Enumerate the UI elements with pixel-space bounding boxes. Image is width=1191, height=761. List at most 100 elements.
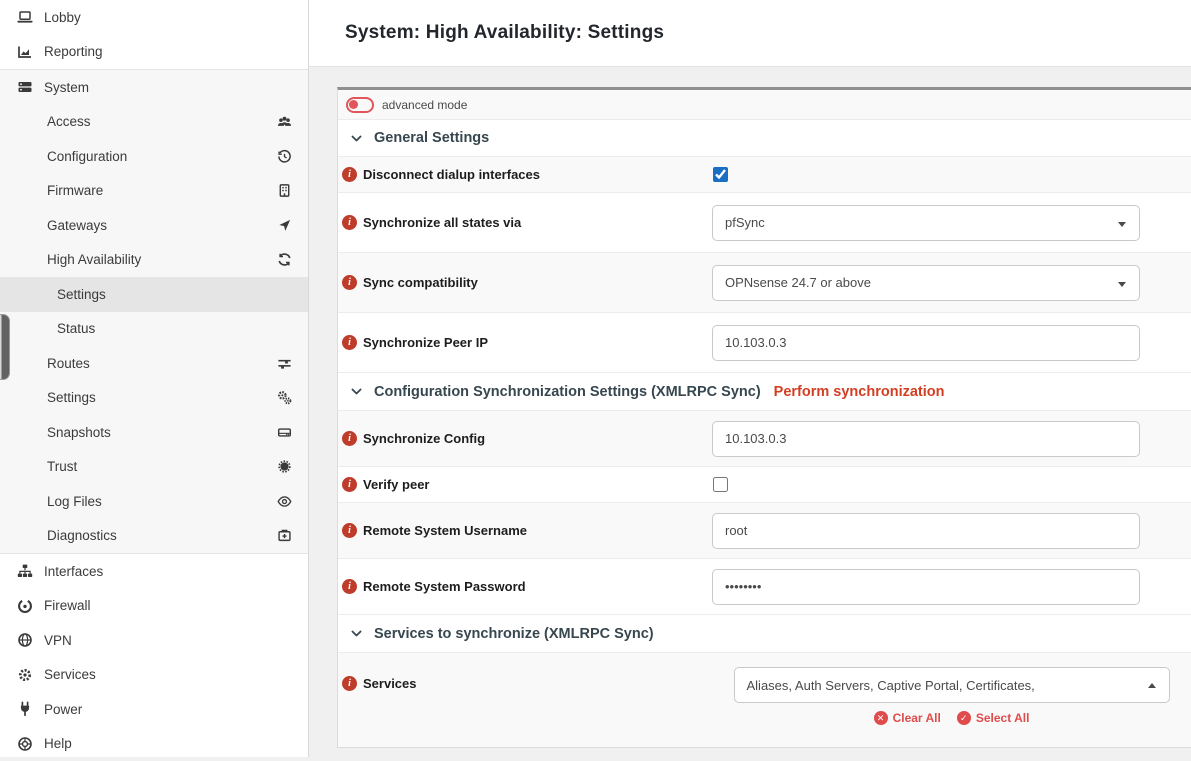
chevron-down-icon	[350, 385, 363, 398]
laptop-icon	[17, 9, 33, 25]
field-row-verify-peer: i Verify peer	[338, 467, 1191, 503]
settings-panel: advanced mode General Settings i Disconn…	[337, 87, 1191, 748]
globe-icon	[17, 632, 33, 648]
field-row-sync-compatibility: i Sync compatibility OPNsense 24.7 or ab…	[338, 253, 1191, 313]
sliders-icon	[277, 356, 292, 371]
sync-config-input[interactable]	[712, 421, 1140, 457]
section-title: General Settings	[374, 130, 489, 146]
info-icon[interactable]: i	[342, 275, 357, 290]
info-icon[interactable]: i	[342, 335, 357, 350]
info-icon[interactable]: i	[342, 167, 357, 182]
sync-peer-ip-input[interactable]	[712, 325, 1140, 361]
field-label: Remote System Password	[363, 579, 526, 594]
sidebar-item-interfaces[interactable]: Interfaces	[0, 554, 308, 589]
section-general-settings[interactable]: General Settings	[338, 120, 1191, 157]
sidebar-item-reporting[interactable]: Reporting	[0, 35, 308, 70]
caret-up-icon	[1148, 683, 1156, 688]
info-icon[interactable]: i	[342, 676, 357, 691]
page-title: System: High Availability: Settings	[345, 22, 664, 44]
sidebar-item-ha-settings[interactable]: Settings	[0, 277, 308, 312]
caret-down-icon	[1118, 222, 1126, 227]
sidebar-item-label: Gateways	[47, 218, 107, 233]
sidebar-item-label: Power	[44, 702, 82, 717]
info-icon[interactable]: i	[342, 215, 357, 230]
sidebar-item-services[interactable]: Services	[0, 658, 308, 693]
sidebar-item-label: Help	[44, 736, 72, 751]
sidebar-item-label: Trust	[47, 459, 77, 474]
sidebar-item-label: Log Files	[47, 494, 102, 509]
plug-icon	[17, 701, 33, 717]
field-row-sync-states-via: i Synchronize all states via pfSync	[338, 193, 1191, 253]
sidebar-item-configuration[interactable]: Configuration	[0, 139, 308, 174]
sidebar-item-label: Snapshots	[47, 425, 111, 440]
sync-states-via-select[interactable]: pfSync	[712, 205, 1140, 241]
section-config-sync[interactable]: Configuration Synchronization Settings (…	[338, 373, 1191, 411]
field-row-services: i Services Aliases, Auth Servers, Captiv…	[338, 653, 1191, 747]
field-row-remote-password: i Remote System Password	[338, 559, 1191, 615]
sidebar-item-snapshots[interactable]: Snapshots	[0, 415, 308, 450]
clear-all-label: Clear All	[893, 711, 941, 725]
field-row-disconnect-dialup: i Disconnect dialup interfaces	[338, 157, 1191, 193]
sidebar-item-diagnostics[interactable]: Diagnostics	[0, 519, 308, 554]
sidebar-item-routes[interactable]: Routes	[0, 346, 308, 381]
perform-synchronization-link[interactable]: Perform synchronization	[774, 384, 945, 400]
server-icon	[17, 79, 33, 95]
check-circle-icon: ✓	[957, 711, 971, 725]
sidebar-item-log-files[interactable]: Log Files	[0, 484, 308, 519]
sidebar-item-ha-status[interactable]: Status	[0, 312, 308, 347]
gears-icon	[277, 390, 292, 405]
advanced-mode-label: advanced mode	[382, 98, 467, 112]
info-icon[interactable]: i	[342, 523, 357, 538]
sidebar-item-label: Services	[44, 667, 96, 682]
remote-password-input[interactable]	[712, 569, 1140, 605]
sidebar-item-lobby[interactable]: Lobby	[0, 0, 308, 35]
sidebar-item-label: System	[44, 80, 89, 95]
field-label: Services	[363, 676, 417, 691]
sidebar-item-label: Interfaces	[44, 564, 103, 579]
sidebar-item-help[interactable]: Help	[0, 727, 308, 761]
select-all-link[interactable]: ✓ Select All	[957, 711, 1030, 725]
main-content: System: High Availability: Settings adva…	[309, 0, 1191, 757]
services-multiselect[interactable]: Aliases, Auth Servers, Captive Portal, C…	[734, 667, 1170, 703]
field-label: Synchronize Config	[363, 431, 485, 446]
field-label: Sync compatibility	[363, 275, 478, 290]
sidebar-item-label: VPN	[44, 633, 72, 648]
sidebar-item-label: Diagnostics	[47, 528, 117, 543]
sidebar-item-power[interactable]: Power	[0, 692, 308, 727]
page-header: System: High Availability: Settings	[309, 0, 1191, 67]
diagnostics-icon	[277, 528, 292, 543]
field-label: Remote System Username	[363, 523, 527, 538]
section-services-sync[interactable]: Services to synchronize (XMLRPC Sync)	[338, 615, 1191, 653]
sidebar-item-high-availability[interactable]: High Availability	[0, 243, 308, 278]
clear-all-link[interactable]: ✕ Clear All	[874, 711, 941, 725]
field-row-sync-config: i Synchronize Config	[338, 411, 1191, 467]
info-icon[interactable]: i	[342, 431, 357, 446]
verify-peer-checkbox[interactable]	[713, 477, 728, 492]
sync-compatibility-select[interactable]: OPNsense 24.7 or above	[712, 265, 1140, 301]
sidebar-item-firewall[interactable]: Firewall	[0, 589, 308, 624]
info-icon[interactable]: i	[342, 579, 357, 594]
sidebar-item-vpn[interactable]: VPN	[0, 623, 308, 658]
field-label: Synchronize Peer IP	[363, 335, 488, 350]
sidebar-item-label: Status	[57, 321, 95, 336]
disconnect-dialup-checkbox[interactable]	[713, 167, 728, 182]
sidebar-item-gateways[interactable]: Gateways	[0, 208, 308, 243]
sidebar: Lobby Reporting System Access Configurat…	[0, 0, 309, 757]
chevron-down-icon	[350, 132, 363, 145]
select-all-label: Select All	[976, 711, 1030, 725]
life-ring-icon	[17, 736, 33, 752]
info-icon[interactable]: i	[342, 477, 357, 492]
sidebar-item-label: Lobby	[44, 10, 81, 25]
section-title: Services to synchronize (XMLRPC Sync)	[374, 626, 654, 642]
sidebar-item-trust[interactable]: Trust	[0, 450, 308, 485]
sidebar-item-access[interactable]: Access	[0, 105, 308, 140]
sidebar-item-label: Routes	[47, 356, 90, 371]
firewall-icon	[17, 598, 33, 614]
sidebar-item-firmware[interactable]: Firmware	[0, 174, 308, 209]
remote-username-input[interactable]	[712, 513, 1140, 549]
sidebar-item-settings[interactable]: Settings	[0, 381, 308, 416]
sidebar-item-system[interactable]: System	[0, 70, 308, 105]
collapse-handle[interactable]	[0, 314, 10, 380]
advanced-mode-row: advanced mode	[338, 90, 1191, 120]
advanced-mode-toggle[interactable]	[346, 97, 374, 113]
